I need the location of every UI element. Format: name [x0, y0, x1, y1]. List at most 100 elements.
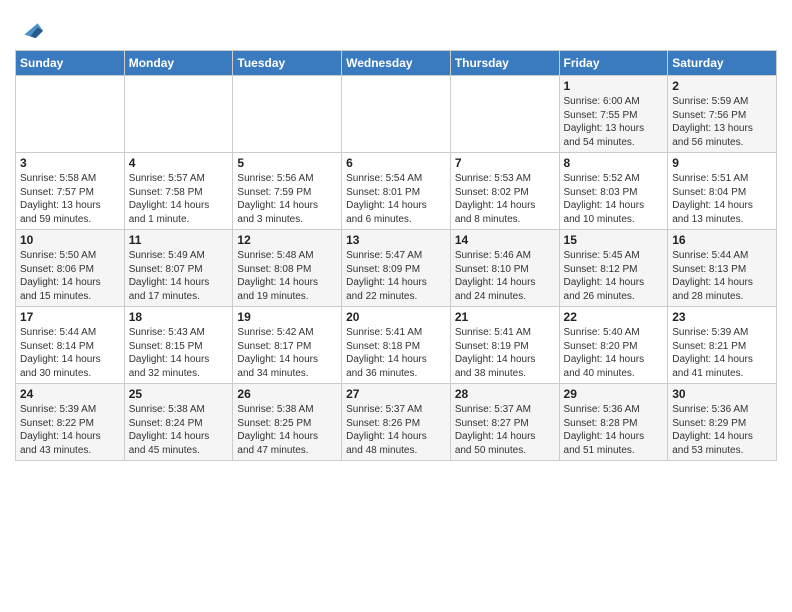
- day-number: 10: [20, 233, 120, 247]
- calendar-cell: 27Sunrise: 5:37 AMSunset: 8:26 PMDayligh…: [342, 384, 451, 461]
- calendar-cell: 13 Sunrise: 5:47 AMSunset: 8:09 PMDayligh…: [342, 230, 451, 307]
- calendar-body: 1 Sunrise: 6:00 AMSunset: 7:55 PMDaylight…: [16, 76, 777, 461]
- day-number: 22: [564, 310, 664, 324]
- day-info: Sunrise: 6:00 AMSunset: 7:55 PMDaylight:…: [564, 95, 664, 149]
- weekday-header: Monday: [124, 51, 233, 76]
- day-info: Sunrise: 5:44 AMSunset: 8:14 PMDaylight:…: [20, 326, 120, 380]
- logo-icon: [17, 14, 45, 42]
- calendar-cell: 2 Sunrise: 5:59 AMSunset: 7:56 PMDaylight…: [668, 76, 777, 153]
- day-info: Sunrise: 5:59 AMSunset: 7:56 PMDaylight:…: [672, 95, 772, 149]
- day-number: 14: [455, 233, 555, 247]
- calendar-cell: 11 Sunrise: 5:49 AMSunset: 8:07 PMDayligh…: [124, 230, 233, 307]
- day-number: 18: [129, 310, 229, 324]
- calendar-week-row: 3Sunrise: 5:58 AMSunset: 7:57 PMDaylight…: [16, 153, 777, 230]
- day-number: 16: [672, 233, 772, 247]
- calendar-cell: 29 Sunrise: 5:36 AMSunset: 8:28 PMDayligh…: [559, 384, 668, 461]
- day-number: 4: [129, 156, 229, 170]
- weekday-header: Thursday: [450, 51, 559, 76]
- day-info: Sunrise: 5:56 AMSunset: 7:59 PMDaylight:…: [237, 172, 337, 226]
- day-number: 29: [564, 387, 664, 401]
- day-number: 2: [672, 79, 772, 93]
- calendar-week-row: 10 Sunrise: 5:50 AMSunset: 8:06 PMDayligh…: [16, 230, 777, 307]
- calendar-cell: 1 Sunrise: 6:00 AMSunset: 7:55 PMDaylight…: [559, 76, 668, 153]
- day-number: 3: [20, 156, 120, 170]
- day-info: Sunrise: 5:46 AMSunset: 8:10 PMDaylight:…: [455, 249, 555, 303]
- weekday-header: Tuesday: [233, 51, 342, 76]
- day-number: 17: [20, 310, 120, 324]
- day-number: 30: [672, 387, 772, 401]
- calendar-cell: [233, 76, 342, 153]
- day-number: 15: [564, 233, 664, 247]
- calendar-cell: 22 Sunrise: 5:40 AMSunset: 8:20 PMDayligh…: [559, 307, 668, 384]
- day-info: Sunrise: 5:49 AMSunset: 8:07 PMDaylight:…: [129, 249, 229, 303]
- day-number: 21: [455, 310, 555, 324]
- day-number: 26: [237, 387, 337, 401]
- day-info: Sunrise: 5:54 AMSunset: 8:01 PMDaylight:…: [346, 172, 446, 226]
- calendar-cell: 3Sunrise: 5:58 AMSunset: 7:57 PMDaylight…: [16, 153, 125, 230]
- calendar-week-row: 24 Sunrise: 5:39 AMSunset: 8:22 PMDayligh…: [16, 384, 777, 461]
- day-info: Sunrise: 5:48 AMSunset: 8:08 PMDaylight:…: [237, 249, 337, 303]
- day-number: 25: [129, 387, 229, 401]
- calendar-cell: 9 Sunrise: 5:51 AMSunset: 8:04 PMDaylight…: [668, 153, 777, 230]
- calendar-header-row: SundayMondayTuesdayWednesdayThursdayFrid…: [16, 51, 777, 76]
- calendar-cell: [342, 76, 451, 153]
- day-info: Sunrise: 5:43 AMSunset: 8:15 PMDaylight:…: [129, 326, 229, 380]
- calendar-cell: 14 Sunrise: 5:46 AMSunset: 8:10 PMDayligh…: [450, 230, 559, 307]
- day-info: Sunrise: 5:44 AMSunset: 8:13 PMDaylight:…: [672, 249, 772, 303]
- day-info: Sunrise: 5:41 AMSunset: 8:18 PMDaylight:…: [346, 326, 446, 380]
- day-info: Sunrise: 5:57 AMSunset: 7:58 PMDaylight:…: [129, 172, 229, 226]
- day-info: Sunrise: 5:53 AMSunset: 8:02 PMDaylight:…: [455, 172, 555, 226]
- calendar-cell: 21Sunrise: 5:41 AMSunset: 8:19 PMDayligh…: [450, 307, 559, 384]
- calendar-cell: [450, 76, 559, 153]
- calendar-cell: 4 Sunrise: 5:57 AMSunset: 7:58 PMDaylight…: [124, 153, 233, 230]
- day-number: 5: [237, 156, 337, 170]
- calendar-cell: 23Sunrise: 5:39 AMSunset: 8:21 PMDayligh…: [668, 307, 777, 384]
- calendar-cell: 5 Sunrise: 5:56 AMSunset: 7:59 PMDaylight…: [233, 153, 342, 230]
- day-number: 23: [672, 310, 772, 324]
- day-info: Sunrise: 5:36 AMSunset: 8:29 PMDaylight:…: [672, 403, 772, 457]
- day-number: 7: [455, 156, 555, 170]
- day-number: 19: [237, 310, 337, 324]
- calendar-cell: 26 Sunrise: 5:38 AMSunset: 8:25 PMDayligh…: [233, 384, 342, 461]
- day-info: Sunrise: 5:37 AMSunset: 8:27 PMDaylight:…: [455, 403, 555, 457]
- calendar-cell: 30 Sunrise: 5:36 AMSunset: 8:29 PMDayligh…: [668, 384, 777, 461]
- day-info: Sunrise: 5:50 AMSunset: 8:06 PMDaylight:…: [20, 249, 120, 303]
- calendar-cell: [124, 76, 233, 153]
- day-number: 6: [346, 156, 446, 170]
- calendar-week-row: 17 Sunrise: 5:44 AMSunset: 8:14 PMDayligh…: [16, 307, 777, 384]
- page-header: [15, 10, 777, 42]
- calendar-table: SundayMondayTuesdayWednesdayThursdayFrid…: [15, 50, 777, 461]
- calendar-cell: 6 Sunrise: 5:54 AMSunset: 8:01 PMDaylight…: [342, 153, 451, 230]
- day-info: Sunrise: 5:47 AMSunset: 8:09 PMDaylight:…: [346, 249, 446, 303]
- day-number: 11: [129, 233, 229, 247]
- day-info: Sunrise: 5:38 AMSunset: 8:24 PMDaylight:…: [129, 403, 229, 457]
- calendar-cell: 25 Sunrise: 5:38 AMSunset: 8:24 PMDayligh…: [124, 384, 233, 461]
- calendar-cell: 15Sunrise: 5:45 AMSunset: 8:12 PMDayligh…: [559, 230, 668, 307]
- day-info: Sunrise: 5:36 AMSunset: 8:28 PMDaylight:…: [564, 403, 664, 457]
- calendar-cell: 28 Sunrise: 5:37 AMSunset: 8:27 PMDayligh…: [450, 384, 559, 461]
- calendar-cell: 10 Sunrise: 5:50 AMSunset: 8:06 PMDayligh…: [16, 230, 125, 307]
- calendar-cell: 7 Sunrise: 5:53 AMSunset: 8:02 PMDaylight…: [450, 153, 559, 230]
- weekday-header: Wednesday: [342, 51, 451, 76]
- day-info: Sunrise: 5:39 AMSunset: 8:22 PMDaylight:…: [20, 403, 120, 457]
- day-number: 9: [672, 156, 772, 170]
- weekday-header: Sunday: [16, 51, 125, 76]
- day-info: Sunrise: 5:42 AMSunset: 8:17 PMDaylight:…: [237, 326, 337, 380]
- day-info: Sunrise: 5:52 AMSunset: 8:03 PMDaylight:…: [564, 172, 664, 226]
- logo: [15, 14, 45, 42]
- day-number: 24: [20, 387, 120, 401]
- day-number: 27: [346, 387, 446, 401]
- day-number: 13: [346, 233, 446, 247]
- day-number: 1: [564, 79, 664, 93]
- day-number: 28: [455, 387, 555, 401]
- day-info: Sunrise: 5:38 AMSunset: 8:25 PMDaylight:…: [237, 403, 337, 457]
- day-info: Sunrise: 5:40 AMSunset: 8:20 PMDaylight:…: [564, 326, 664, 380]
- calendar-cell: 17 Sunrise: 5:44 AMSunset: 8:14 PMDayligh…: [16, 307, 125, 384]
- calendar-cell: 16 Sunrise: 5:44 AMSunset: 8:13 PMDayligh…: [668, 230, 777, 307]
- calendar-cell: 18 Sunrise: 5:43 AMSunset: 8:15 PMDayligh…: [124, 307, 233, 384]
- weekday-header: Friday: [559, 51, 668, 76]
- day-info: Sunrise: 5:51 AMSunset: 8:04 PMDaylight:…: [672, 172, 772, 226]
- calendar-week-row: 1 Sunrise: 6:00 AMSunset: 7:55 PMDaylight…: [16, 76, 777, 153]
- calendar-cell: 24 Sunrise: 5:39 AMSunset: 8:22 PMDayligh…: [16, 384, 125, 461]
- calendar-cell: 19 Sunrise: 5:42 AMSunset: 8:17 PMDayligh…: [233, 307, 342, 384]
